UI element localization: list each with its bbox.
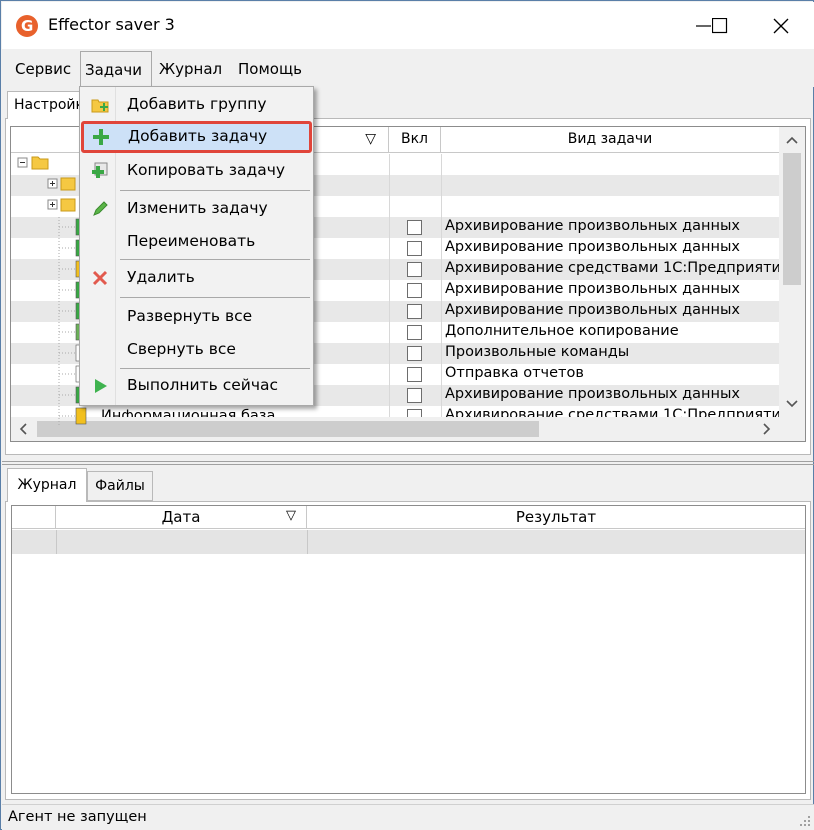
task-leaf-icon — [17, 406, 87, 431]
title-bar: G Effector saver 3 — [2, 2, 814, 49]
task-enabled-checkbox[interactable] — [407, 325, 422, 340]
vertical-scrollbar[interactable] — [779, 127, 805, 417]
date-sort-icon: ▽ — [286, 508, 296, 523]
column-header-enabled[interactable]: Вкл — [389, 127, 441, 153]
copy-task-icon — [92, 162, 108, 178]
folder-icon — [17, 196, 77, 218]
column-header-result[interactable]: Результат — [307, 506, 805, 529]
scroll-down-icon — [786, 400, 798, 408]
menu-delete[interactable]: Удалить — [82, 262, 311, 294]
add-task-icon — [93, 129, 109, 145]
menu-expand-all[interactable]: Развернуть все — [82, 301, 311, 333]
horizontal-scrollbar[interactable] — [11, 417, 805, 441]
maximize-icon — [712, 18, 728, 34]
journal-grid[interactable]: Дата ▽ Результат — [11, 505, 806, 794]
scroll-up-icon — [786, 136, 798, 144]
menu-collapse-all[interactable]: Свернуть все — [82, 334, 311, 366]
delete-x-icon — [92, 270, 108, 286]
task-type-cell: Архивирование произвольных данных — [445, 218, 740, 234]
edit-pencil-icon — [93, 201, 108, 216]
task-enabled-checkbox[interactable] — [407, 304, 422, 319]
menu-bar: Сервис Задачи Журнал Помощь — [2, 49, 814, 87]
menu-tasks[interactable]: Задачи — [80, 51, 152, 87]
tab-settings[interactable]: Настройки — [7, 91, 87, 119]
status-bar: Агент не запущен — [2, 804, 814, 830]
play-icon — [95, 379, 107, 393]
horizontal-scroll-thumb[interactable] — [37, 421, 539, 437]
scroll-right-icon — [763, 423, 771, 435]
status-text: Агент не запущен — [8, 809, 147, 825]
menu-add-task[interactable]: Добавить задачу — [81, 121, 312, 153]
task-type-cell: Отправка отчетов — [445, 365, 584, 381]
vertical-scroll-thumb[interactable] — [783, 153, 801, 285]
menu-service[interactable]: Сервис — [11, 57, 75, 83]
journal-grid-header: Дата ▽ Результат — [12, 506, 805, 529]
panel-splitter[interactable] — [2, 461, 814, 465]
menu-run-now[interactable]: Выполнить сейчас — [82, 370, 311, 402]
tab-journal[interactable]: Журнал — [7, 468, 87, 502]
menu-add-group[interactable]: Добавить группу — [82, 89, 311, 121]
task-enabled-checkbox[interactable] — [407, 388, 422, 403]
close-icon — [773, 18, 789, 34]
resize-grip-icon[interactable] — [800, 816, 810, 826]
task-type-cell: Архивирование произвольных данных — [445, 239, 740, 255]
app-window: G Effector saver 3 Сервис Задачи Журнал … — [0, 0, 814, 830]
menu-rename[interactable]: Переименовать — [82, 226, 311, 258]
task-type-cell: Архивирование произвольных данных — [445, 281, 740, 297]
task-type-cell: Архивирование произвольных данных — [445, 302, 740, 318]
task-enabled-checkbox[interactable] — [407, 283, 422, 298]
column-header-date[interactable]: Дата ▽ — [56, 506, 307, 529]
task-enabled-checkbox[interactable] — [407, 367, 422, 382]
task-enabled-checkbox[interactable] — [407, 220, 422, 235]
task-type-cell: Архивирование средствами 1С:Предприятия — [445, 260, 790, 276]
task-type-cell: Архивирование произвольных данных — [445, 386, 740, 402]
tab-files[interactable]: Файлы — [87, 471, 153, 501]
task-type-cell: Дополнительное копирование — [445, 323, 679, 339]
task-enabled-checkbox[interactable] — [407, 346, 422, 361]
folder-open-icon — [17, 154, 77, 176]
column-header-task-type[interactable]: Вид задачи — [441, 127, 779, 153]
add-folder-icon — [91, 99, 109, 113]
journal-header-indicator — [12, 506, 56, 529]
folder-icon — [17, 175, 77, 197]
close-button[interactable] — [751, 2, 811, 49]
menu-journal[interactable]: Журнал — [155, 57, 226, 83]
menu-copy-task[interactable]: Копировать задачу — [82, 155, 311, 187]
effector-logo-icon: G — [16, 15, 38, 37]
menu-help[interactable]: Помощь — [234, 57, 306, 83]
maximize-button[interactable] — [683, 2, 743, 49]
table-row[interactable] — [12, 530, 805, 554]
task-enabled-checkbox[interactable] — [407, 241, 422, 256]
window-title: Effector saver 3 — [48, 15, 175, 34]
task-enabled-checkbox[interactable] — [407, 262, 422, 277]
task-type-cell: Произвольные команды — [445, 344, 630, 360]
menu-edit-task[interactable]: Изменить задачу — [82, 193, 311, 225]
tasks-dropdown-menu: Добавить группу Добавить задачу Копирова… — [79, 86, 314, 406]
